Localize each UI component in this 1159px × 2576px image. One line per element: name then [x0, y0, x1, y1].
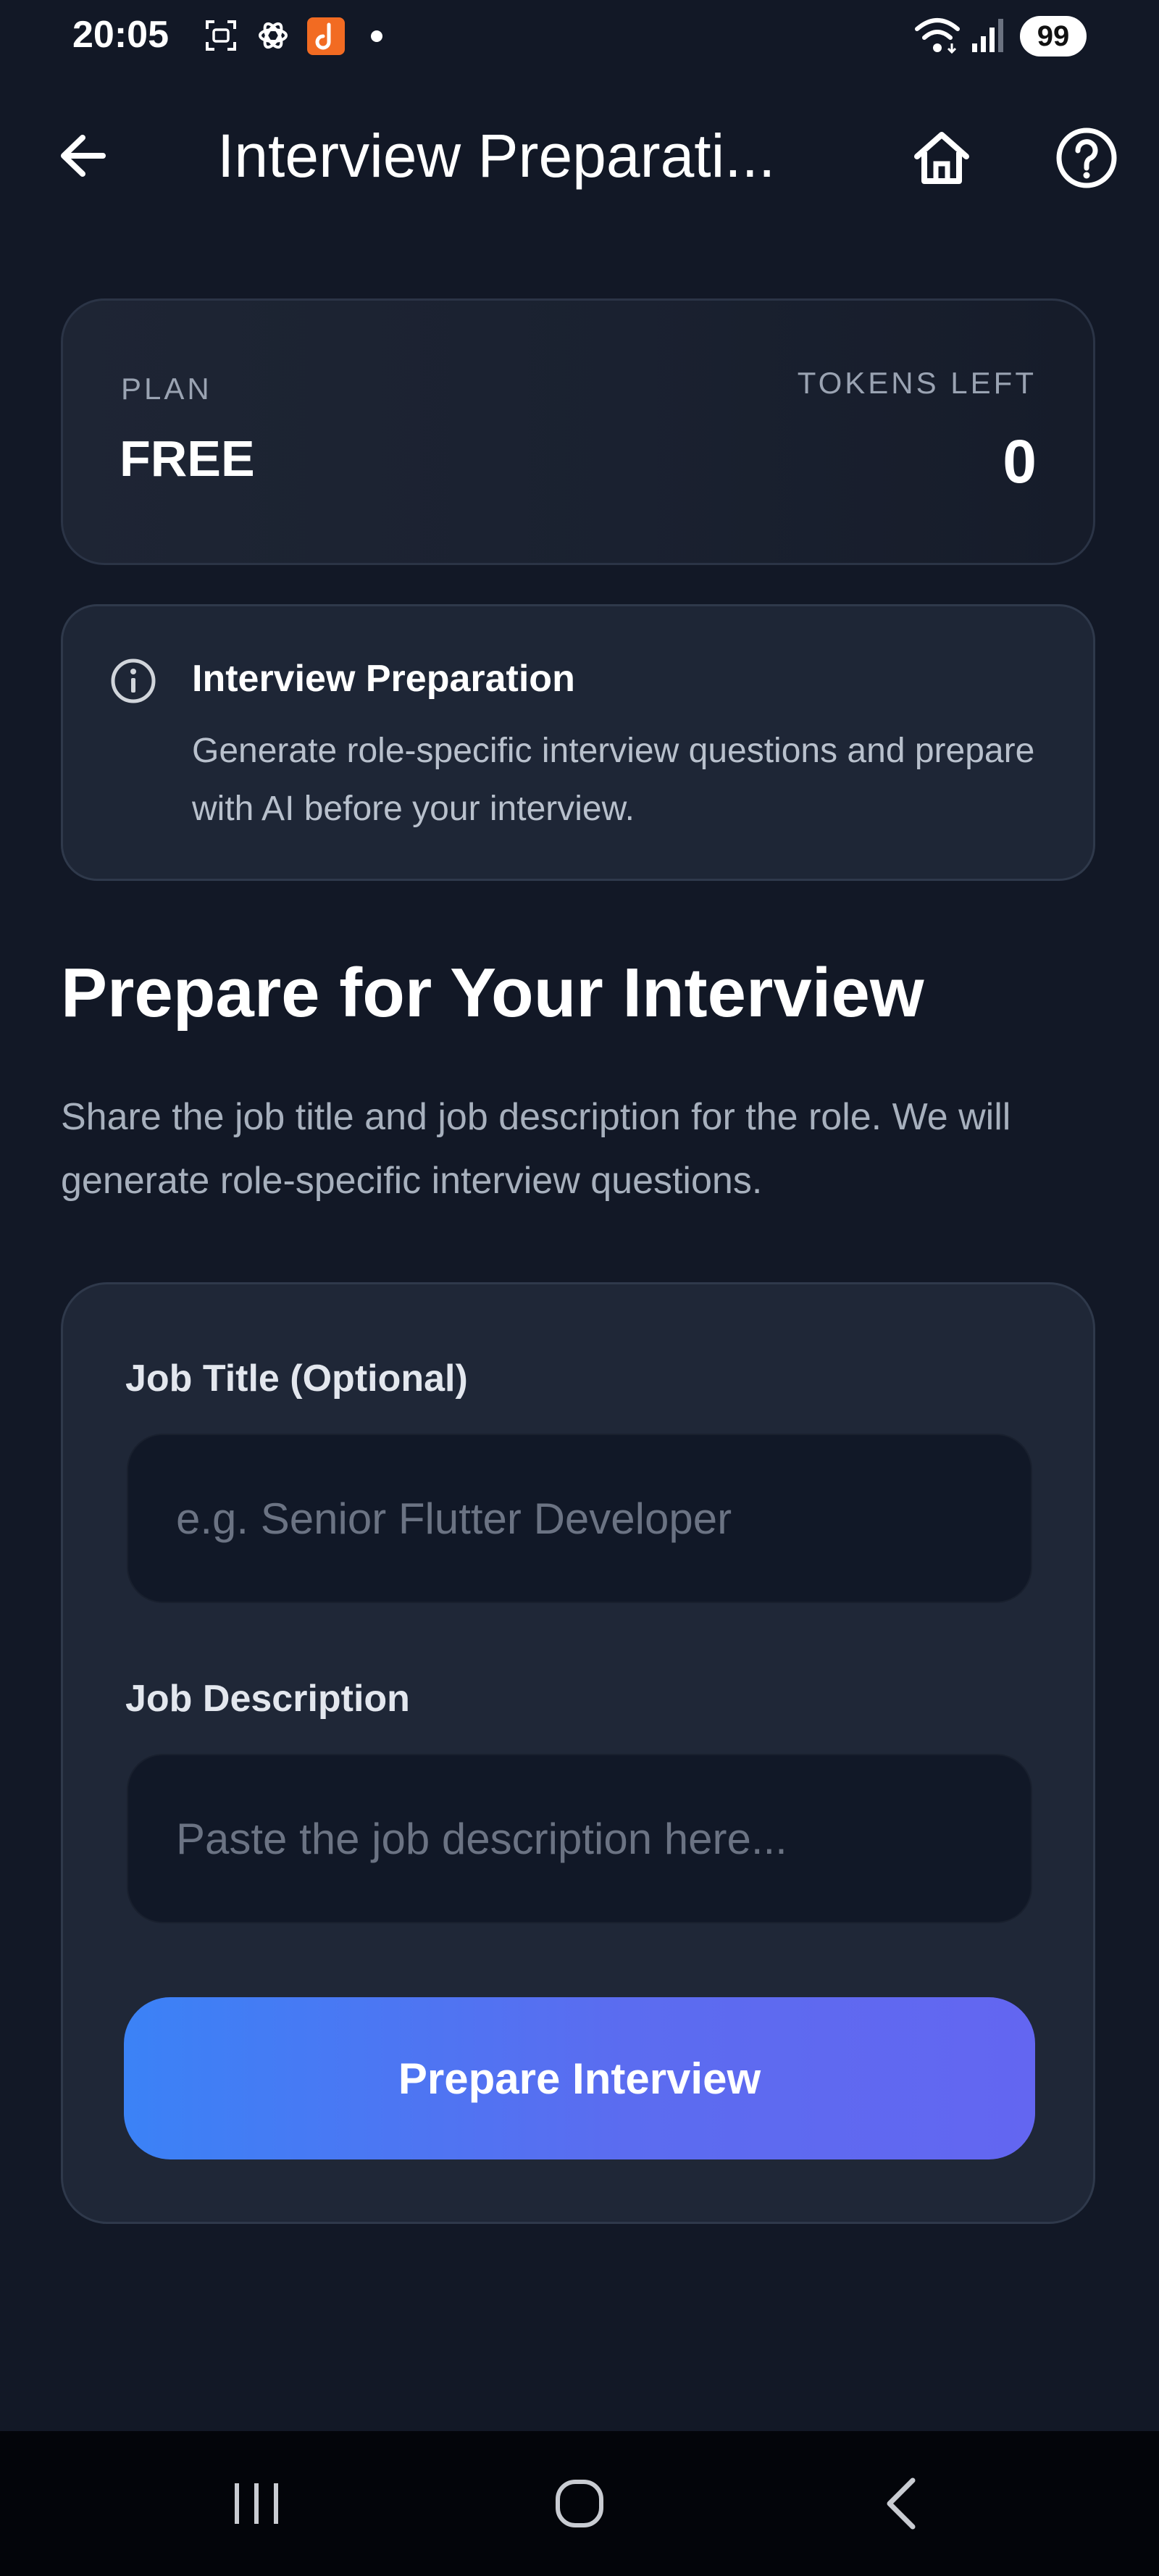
section-subtitle: Share the job title and job description … [61, 1096, 1011, 1202]
page-title: Interview Preparati... [217, 122, 776, 190]
system-navigation-bar [0, 2431, 1159, 2576]
tokens-left-label: TOKENS LEFT [797, 366, 1037, 400]
dot-icon [371, 30, 382, 42]
plan-card: PLAN FREE TOKENS LEFT 0 [61, 298, 1095, 565]
info-description: Generate role-specific interview questio… [192, 732, 1035, 828]
status-bar: 20:05 99 [0, 0, 1159, 80]
plan-label: PLAN [121, 372, 212, 406]
help-icon[interactable] [1052, 123, 1121, 193]
home-icon[interactable] [907, 123, 976, 193]
wifi-icon [915, 18, 960, 54]
job-title-input[interactable] [127, 1434, 1032, 1603]
home-nav-icon[interactable] [543, 2467, 616, 2540]
tokens-left-value: 0 [1003, 427, 1037, 495]
recent-apps-icon[interactable] [220, 2467, 293, 2540]
job-description-label: Job Description [125, 1678, 410, 1720]
screenshot-icon [206, 20, 236, 51]
plan-value: FREE [120, 430, 255, 487]
info-title: Interview Preparation [192, 658, 575, 700]
section-heading: Prepare for Your Interview [61, 954, 924, 1032]
interview-form: Job Title (Optional) Job Description Pre… [61, 1282, 1095, 2224]
back-arrow-icon[interactable] [52, 123, 117, 188]
info-icon [111, 658, 156, 703]
app-bar: Interview Preparati... [0, 94, 1159, 217]
openai-icon [259, 22, 288, 49]
back-nav-icon[interactable] [868, 2467, 940, 2540]
signal-icon [972, 19, 1003, 52]
app-notification-icon [307, 17, 345, 55]
job-description-input[interactable] [127, 1754, 1032, 1923]
prepare-interview-button[interactable]: Prepare Interview [124, 1997, 1035, 2159]
battery-indicator: 99 [1020, 16, 1087, 57]
status-time: 20:05 [72, 14, 169, 56]
info-card: Interview Preparation Generate role-spec… [61, 604, 1095, 881]
job-title-label: Job Title (Optional) [125, 1358, 468, 1400]
